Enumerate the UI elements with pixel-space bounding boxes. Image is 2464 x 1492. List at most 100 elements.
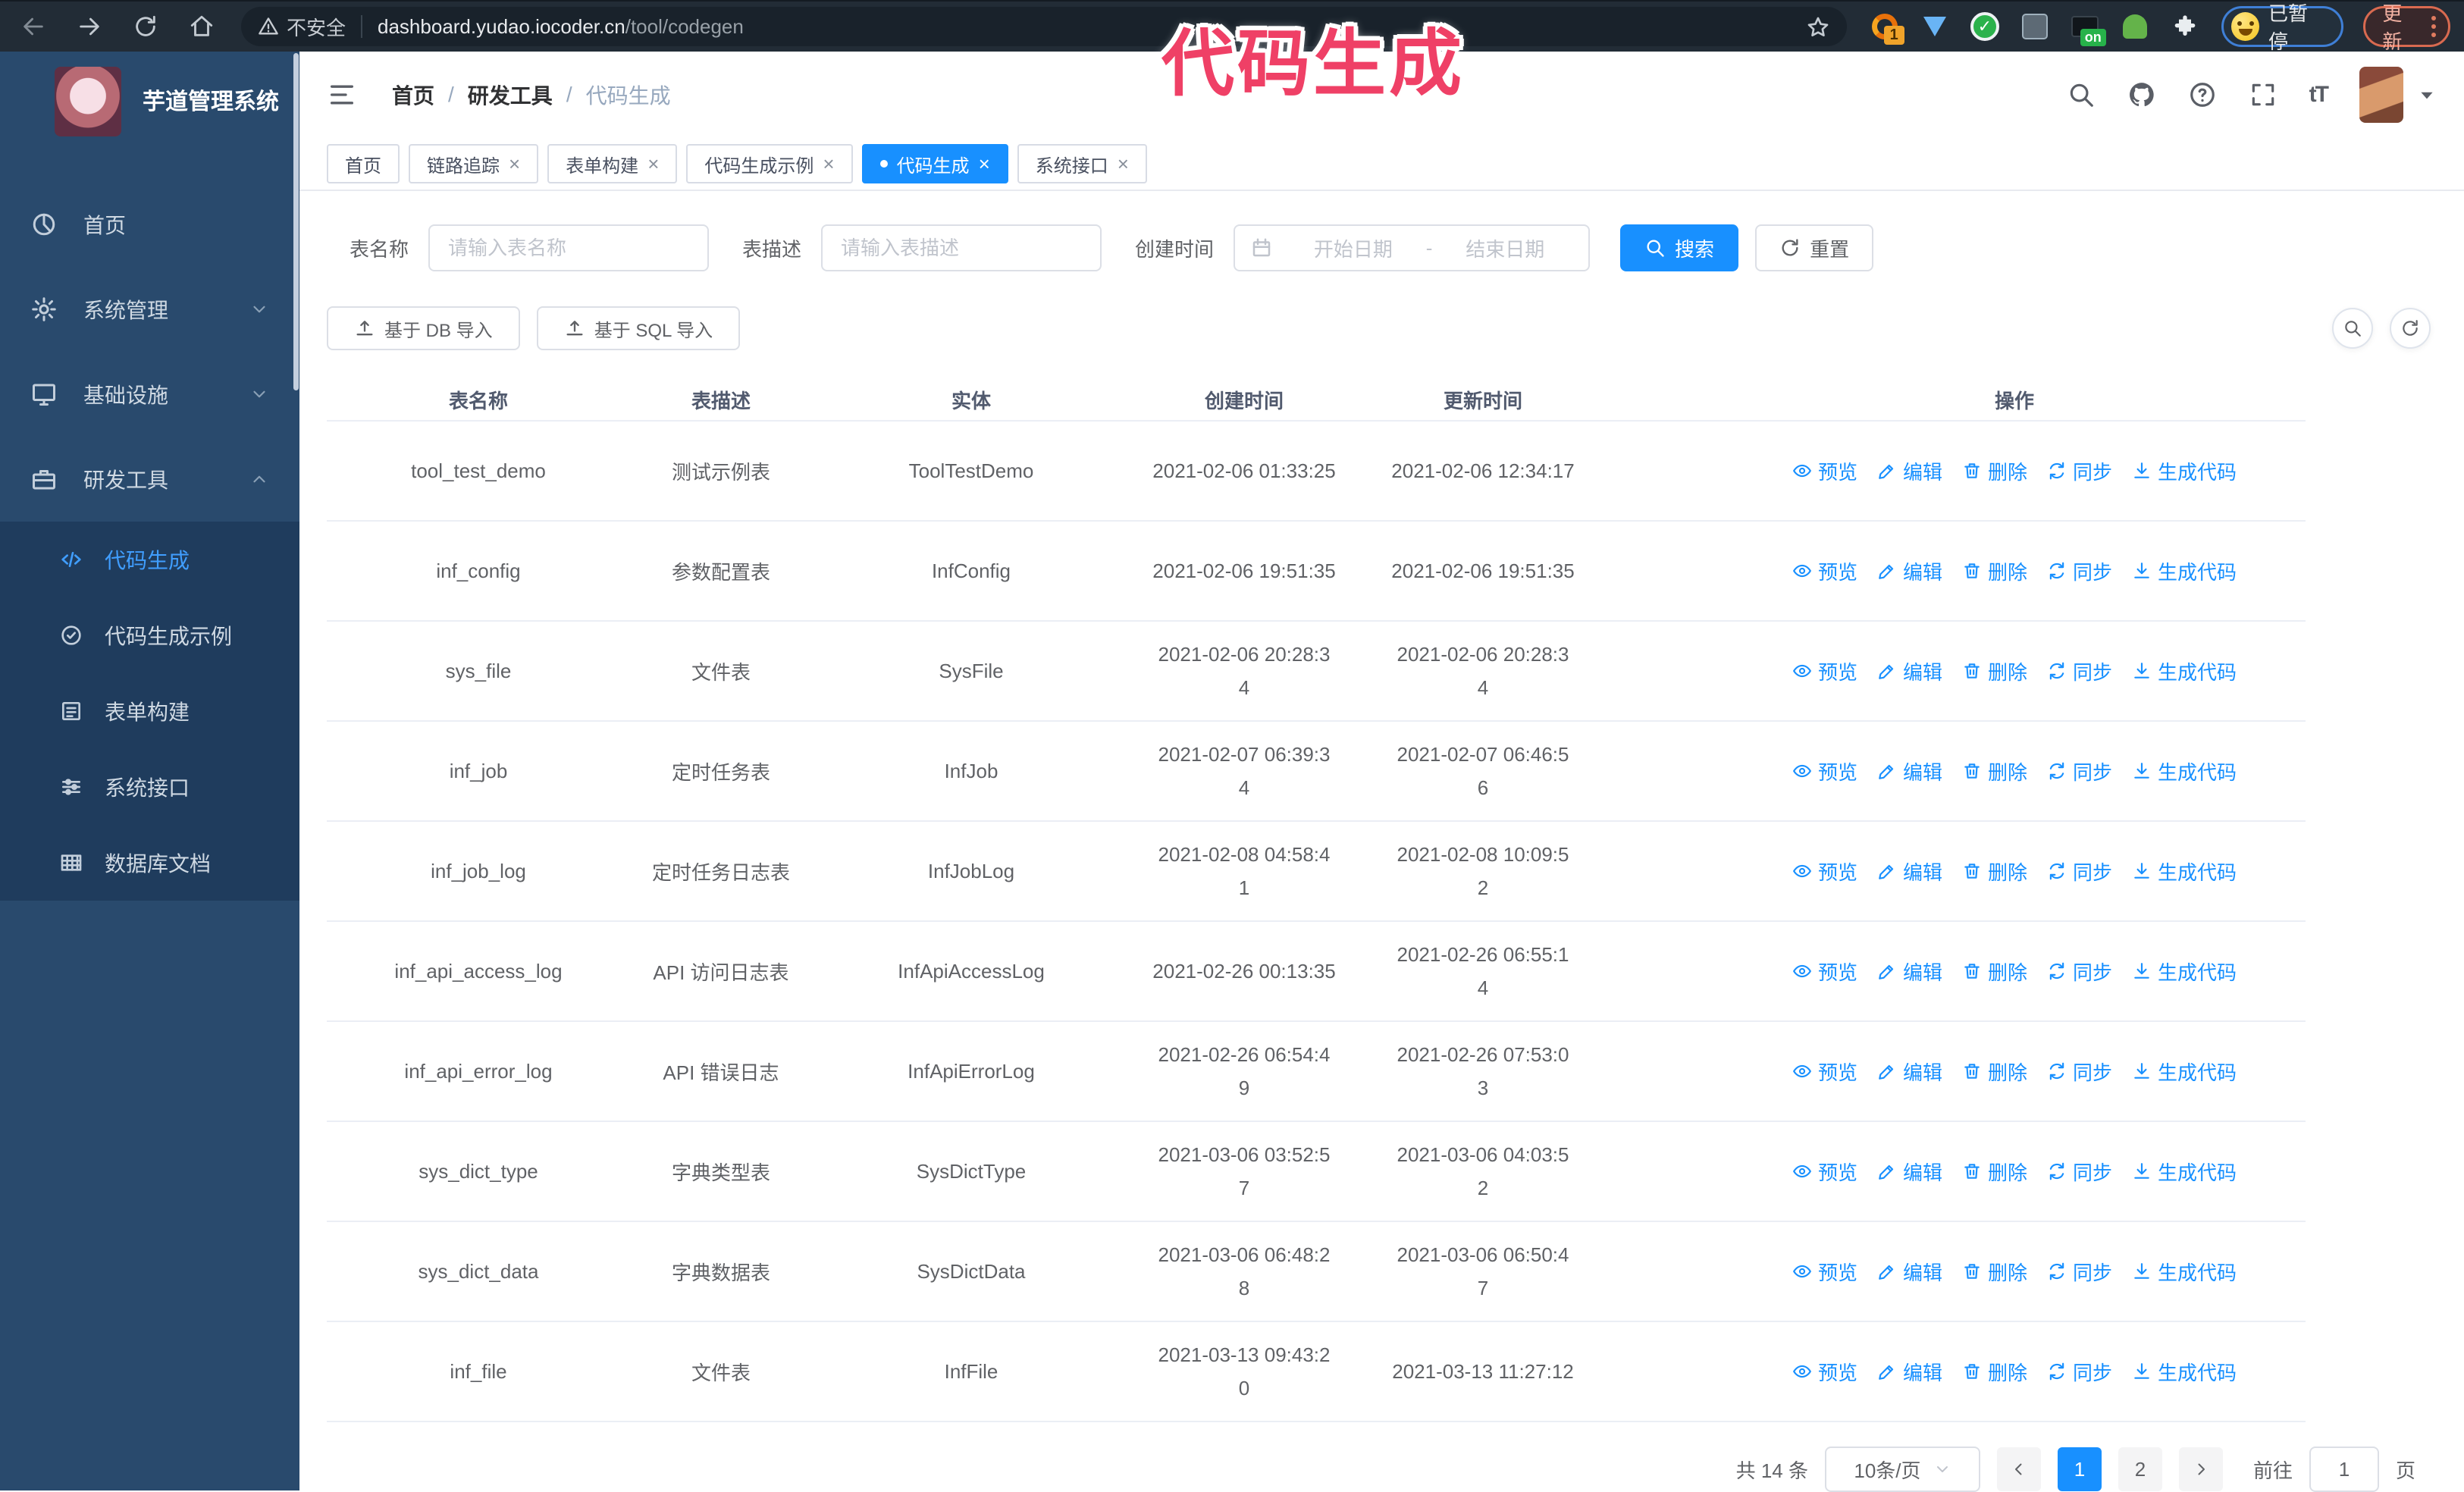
edit-link[interactable]: 编辑 bbox=[1877, 958, 1942, 986]
tab-codegen[interactable]: 代码生成 × bbox=[861, 144, 1008, 183]
sidebar-logo[interactable]: 芋道管理系统 bbox=[0, 52, 299, 136]
sidebar-item-devtools[interactable]: 研发工具 bbox=[0, 437, 299, 522]
font-size-icon[interactable]: tT bbox=[2309, 82, 2329, 108]
forward-icon[interactable] bbox=[76, 13, 103, 40]
preview-link[interactable]: 预览 bbox=[1792, 657, 1857, 685]
edit-link[interactable]: 编辑 bbox=[1877, 657, 1942, 685]
extension-dark-icon[interactable]: on bbox=[2070, 11, 2106, 46]
extension-gem-icon[interactable] bbox=[1920, 11, 1950, 42]
tab-codegen-demo[interactable]: 代码生成示例 × bbox=[686, 144, 853, 183]
breadcrumb-devtools[interactable]: 研发工具 bbox=[468, 80, 553, 110]
extension-orange-icon[interactable]: 1 bbox=[1870, 11, 1904, 45]
generate-code-link[interactable]: 生成代码 bbox=[2132, 958, 2237, 986]
delete-link[interactable]: 删除 bbox=[1962, 857, 2027, 885]
preview-link[interactable]: 预览 bbox=[1792, 1158, 1857, 1186]
tab-home[interactable]: 首页 bbox=[327, 144, 400, 183]
page-size-select[interactable]: 10条/页 bbox=[1824, 1447, 1980, 1492]
close-icon[interactable]: × bbox=[647, 154, 659, 174]
preview-link[interactable]: 预览 bbox=[1792, 1058, 1857, 1086]
preview-link[interactable]: 预览 bbox=[1792, 757, 1857, 785]
preview-link[interactable]: 预览 bbox=[1792, 958, 1857, 986]
preview-link[interactable]: 预览 bbox=[1792, 1358, 1857, 1386]
back-icon[interactable] bbox=[20, 13, 47, 40]
close-icon[interactable]: × bbox=[1118, 154, 1129, 174]
sync-link[interactable]: 同步 bbox=[2047, 1258, 2112, 1286]
sidebar-item-system[interactable]: 系统管理 bbox=[0, 267, 299, 352]
sidebar-item-home[interactable]: 首页 bbox=[0, 182, 299, 267]
page-button-1[interactable]: 1 bbox=[2057, 1447, 2102, 1491]
table-desc-input[interactable] bbox=[821, 224, 1102, 271]
address-bar[interactable]: 不安全 dashboard.yudao.iocoder.cn /tool/cod… bbox=[241, 7, 1847, 46]
delete-link[interactable]: 删除 bbox=[1962, 457, 2027, 485]
page-button-2[interactable]: 2 bbox=[2118, 1447, 2162, 1491]
extensions-puzzle-icon[interactable] bbox=[2170, 11, 2200, 42]
sync-link[interactable]: 同步 bbox=[2047, 958, 2112, 986]
delete-link[interactable]: 删除 bbox=[1962, 1058, 2027, 1086]
refresh-table-button[interactable] bbox=[2390, 308, 2431, 349]
generate-code-link[interactable]: 生成代码 bbox=[2132, 1358, 2237, 1386]
prev-page-button[interactable] bbox=[1996, 1447, 2041, 1491]
table-name-input[interactable] bbox=[428, 224, 710, 271]
search-button[interactable]: 搜索 bbox=[1620, 224, 1739, 271]
end-date-placeholder[interactable]: 结束日期 bbox=[1437, 234, 1573, 262]
sidebar-item-codegen[interactable]: 代码生成 bbox=[0, 522, 299, 597]
edit-link[interactable]: 编辑 bbox=[1877, 1258, 1942, 1286]
edit-link[interactable]: 编辑 bbox=[1877, 757, 1942, 785]
delete-link[interactable]: 删除 bbox=[1962, 1358, 2027, 1386]
github-icon[interactable] bbox=[2127, 80, 2156, 109]
goto-page-input[interactable] bbox=[2309, 1447, 2379, 1492]
next-page-button[interactable] bbox=[2178, 1447, 2223, 1491]
help-icon[interactable] bbox=[2188, 80, 2217, 109]
delete-link[interactable]: 删除 bbox=[1962, 958, 2027, 986]
delete-link[interactable]: 删除 bbox=[1962, 1258, 2027, 1286]
user-menu[interactable] bbox=[2359, 67, 2437, 123]
extension-panel-icon[interactable] bbox=[2020, 11, 2050, 42]
edit-link[interactable]: 编辑 bbox=[1877, 857, 1942, 885]
generate-code-link[interactable]: 生成代码 bbox=[2132, 657, 2237, 685]
generate-code-link[interactable]: 生成代码 bbox=[2132, 557, 2237, 585]
search-icon[interactable] bbox=[2067, 80, 2096, 109]
reset-button[interactable]: 重置 bbox=[1755, 224, 1874, 271]
generate-code-link[interactable]: 生成代码 bbox=[2132, 1258, 2237, 1286]
toggle-search-button[interactable] bbox=[2332, 308, 2373, 349]
breadcrumb-home[interactable]: 首页 bbox=[392, 80, 434, 110]
sync-link[interactable]: 同步 bbox=[2047, 457, 2112, 485]
sync-link[interactable]: 同步 bbox=[2047, 557, 2112, 585]
delete-link[interactable]: 删除 bbox=[1962, 1158, 2027, 1186]
home-icon[interactable] bbox=[188, 13, 215, 40]
security-warning[interactable]: 不安全 bbox=[258, 13, 346, 41]
delete-link[interactable]: 删除 bbox=[1962, 657, 2027, 685]
tab-system-api[interactable]: 系统接口 × bbox=[1017, 144, 1147, 183]
kebab-menu-icon[interactable] bbox=[2431, 16, 2436, 37]
sidebar-item-form-builder[interactable]: 表单构建 bbox=[0, 673, 299, 749]
sidebar-scrollbar[interactable] bbox=[293, 53, 299, 390]
delete-link[interactable]: 删除 bbox=[1962, 557, 2027, 585]
preview-link[interactable]: 预览 bbox=[1792, 857, 1857, 885]
date-range-picker[interactable]: 开始日期 - 结束日期 bbox=[1234, 224, 1591, 271]
preview-link[interactable]: 预览 bbox=[1792, 557, 1857, 585]
extension-green-icon[interactable]: ✓ bbox=[1970, 11, 2000, 42]
paused-badge[interactable]: 已暂停 bbox=[2221, 2, 2344, 53]
bookmark-star-icon[interactable] bbox=[1806, 14, 1830, 39]
sidebar-item-system-api[interactable]: 系统接口 bbox=[0, 749, 299, 825]
sync-link[interactable]: 同步 bbox=[2047, 657, 2112, 685]
edit-link[interactable]: 编辑 bbox=[1877, 457, 1942, 485]
close-icon[interactable]: × bbox=[823, 154, 834, 174]
hamburger-icon[interactable] bbox=[327, 80, 357, 110]
delete-link[interactable]: 删除 bbox=[1962, 757, 2027, 785]
sync-link[interactable]: 同步 bbox=[2047, 1158, 2112, 1186]
edit-link[interactable]: 编辑 bbox=[1877, 557, 1942, 585]
generate-code-link[interactable]: 生成代码 bbox=[2132, 857, 2237, 885]
generate-code-link[interactable]: 生成代码 bbox=[2132, 1158, 2237, 1186]
sync-link[interactable]: 同步 bbox=[2047, 1058, 2112, 1086]
fullscreen-icon[interactable] bbox=[2249, 80, 2277, 109]
tab-form-builder[interactable]: 表单构建 × bbox=[547, 144, 678, 183]
sync-link[interactable]: 同步 bbox=[2047, 1358, 2112, 1386]
close-icon[interactable]: × bbox=[979, 154, 990, 174]
sidebar-item-codegen-demo[interactable]: 代码生成示例 bbox=[0, 597, 299, 673]
sync-link[interactable]: 同步 bbox=[2047, 857, 2112, 885]
extension-android-icon[interactable] bbox=[2120, 11, 2150, 42]
edit-link[interactable]: 编辑 bbox=[1877, 1358, 1942, 1386]
sync-link[interactable]: 同步 bbox=[2047, 757, 2112, 785]
tab-tracing[interactable]: 链路追踪 × bbox=[409, 144, 539, 183]
